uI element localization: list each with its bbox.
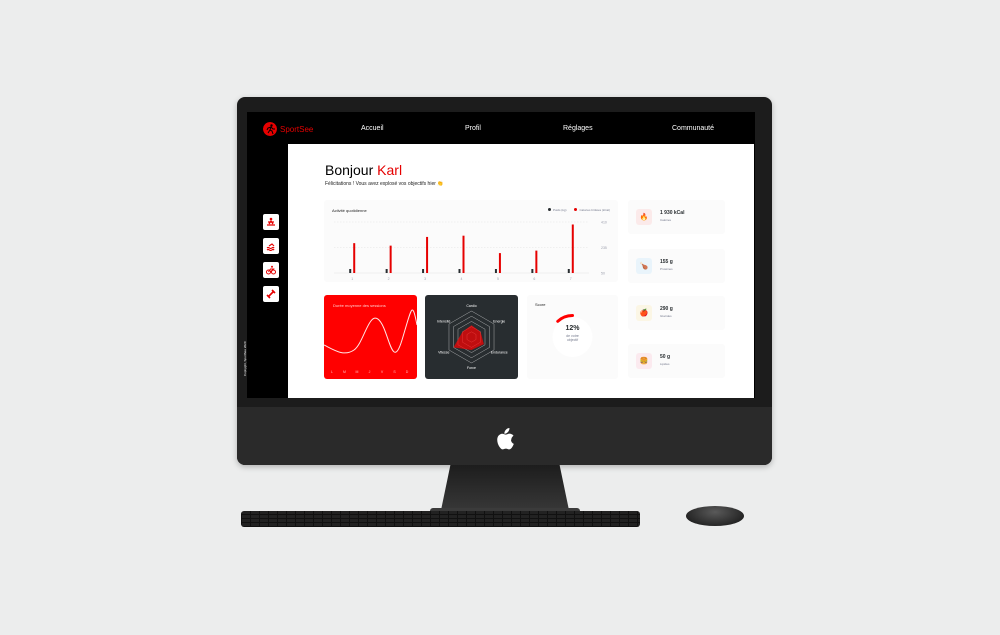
brand-name: SportSee [280,124,314,134]
swim-icon [266,243,275,251]
bike-icon [266,265,276,275]
calories-bar [426,236,429,273]
sportsee-logo[interactable]: SportSee [263,122,313,136]
activity-xtick: 4 [461,277,463,281]
score-percent: 12% [565,325,580,332]
stat-card-glucides: 🍎 290 g Glucides [628,296,725,330]
stat-card-calories: 🔥 1 930 kCal Calories [628,200,725,234]
activity-xtick: 6 [533,277,535,281]
page-title: Bonjour Karl [325,162,402,178]
dashboard-main: Bonjour Karl Félicitations ! Vous avez e… [288,144,754,398]
stat-value: 290 g [660,306,673,312]
score-card: Score 12% de votre objectif [527,295,618,379]
activity-xtick: 2 [388,277,390,281]
stat-card-lipides: 🍔 50 g Lipides [628,344,725,378]
apple-logo-icon [497,428,514,450]
nav-reglages[interactable]: Réglages [563,125,593,132]
duration-line [324,309,417,354]
activity-xtick: 7 [570,277,572,281]
nav-accueil[interactable]: Accueil [361,125,384,132]
weight-bar [422,269,425,273]
duration-xtick: S [393,370,396,374]
activity-xtick: 3 [424,277,426,281]
session-duration-chart: LMMJVSD [324,309,417,374]
duration-xtick: L [331,370,333,374]
weight-bar [567,269,570,273]
radar-label: Cardio [466,304,476,308]
stat-label: Calories [660,218,672,222]
stat-value: 1 930 kCal [660,210,685,216]
performance-radar-chart: Cardio Energie Endurance Force Vitesse Intens… [437,304,508,370]
duration-xtick: M [343,370,346,374]
weight-bar [494,269,497,273]
weight-bar [531,269,534,273]
vertical-sidebar: Copiryght, SportSee 2020 [243,144,287,398]
duration-xtick: V [381,370,384,374]
stat-label: Lipides [660,362,670,366]
activity-xtick: 5 [497,277,499,281]
activity-ytick: 50 [601,272,605,276]
bike-button[interactable] [263,262,279,278]
session-duration-card: Durée moyenne des sessions LMMJVSD [324,295,417,379]
mouse [686,506,744,526]
duration-xtick: M [356,370,359,374]
flame-icon: 🔥 [636,209,652,225]
activity-xtick: 1 [351,277,353,281]
chicken-icon: 🍗 [636,258,652,274]
greeting-message: Félicitations ! Vous avez explosé vos ob… [325,181,444,187]
calories-bar [535,250,538,273]
nav-communaute[interactable]: Communauté [672,125,714,132]
user-name: Karl [377,162,403,178]
stat-value: 50 g [660,354,671,360]
meditation-button[interactable] [263,214,279,230]
greeting-hello: Bonjour [325,162,378,178]
radar-label: Energie [493,320,505,324]
stat-value: 155 g [660,259,673,265]
activity-ytick: 235 [601,246,607,250]
nav-profil[interactable]: Profil [465,125,481,132]
score-caption-2: objectif [566,338,579,342]
burger-icon: 🍔 [636,353,652,369]
stat-card-protéines: 🍗 155 g Protéines [628,249,725,283]
apple-icon: 🍎 [636,305,652,321]
stat-label: Protéines [660,267,673,271]
radar-label: Vitesse [438,351,449,355]
copyright-text: Copiryght, SportSee 2020 [243,341,247,376]
top-navigation: SportSee Accueil Profil Réglages Communa… [247,112,755,144]
calories-bar [389,245,392,273]
calories-bar [498,253,501,273]
activity-chart-card: Activité quotidienne Poids (kg) Calories… [324,200,618,282]
calories-bar [462,235,465,273]
radar-label: Intensité [437,320,450,324]
activity-bar-chart: 50 235 410 1 2 3 4 5 6 7 [334,221,607,281]
activity-ytick: 410 [601,221,607,225]
duration-xtick: D [406,370,409,374]
swim-button[interactable] [263,238,279,254]
dumbbell-icon [266,289,276,299]
radar-label: Force [467,366,476,370]
weight-bar [349,269,352,273]
calories-bar [571,224,574,273]
calories-bar [353,243,356,273]
radar-label: Endurance [491,351,508,355]
duration-xtick: J [369,370,371,374]
stat-label: Glucides [660,314,672,318]
performance-radar-card: Cardio Energie Endurance Force Vitesse Intens… [425,295,518,379]
meditation-icon [267,217,275,226]
keyboard [241,511,640,527]
runner-logo-icon [263,122,277,136]
score-center: 12% de votre objectif [527,325,618,342]
weight-bar [458,269,461,273]
dumbbell-button[interactable] [263,286,279,302]
weight-bar [385,269,388,273]
